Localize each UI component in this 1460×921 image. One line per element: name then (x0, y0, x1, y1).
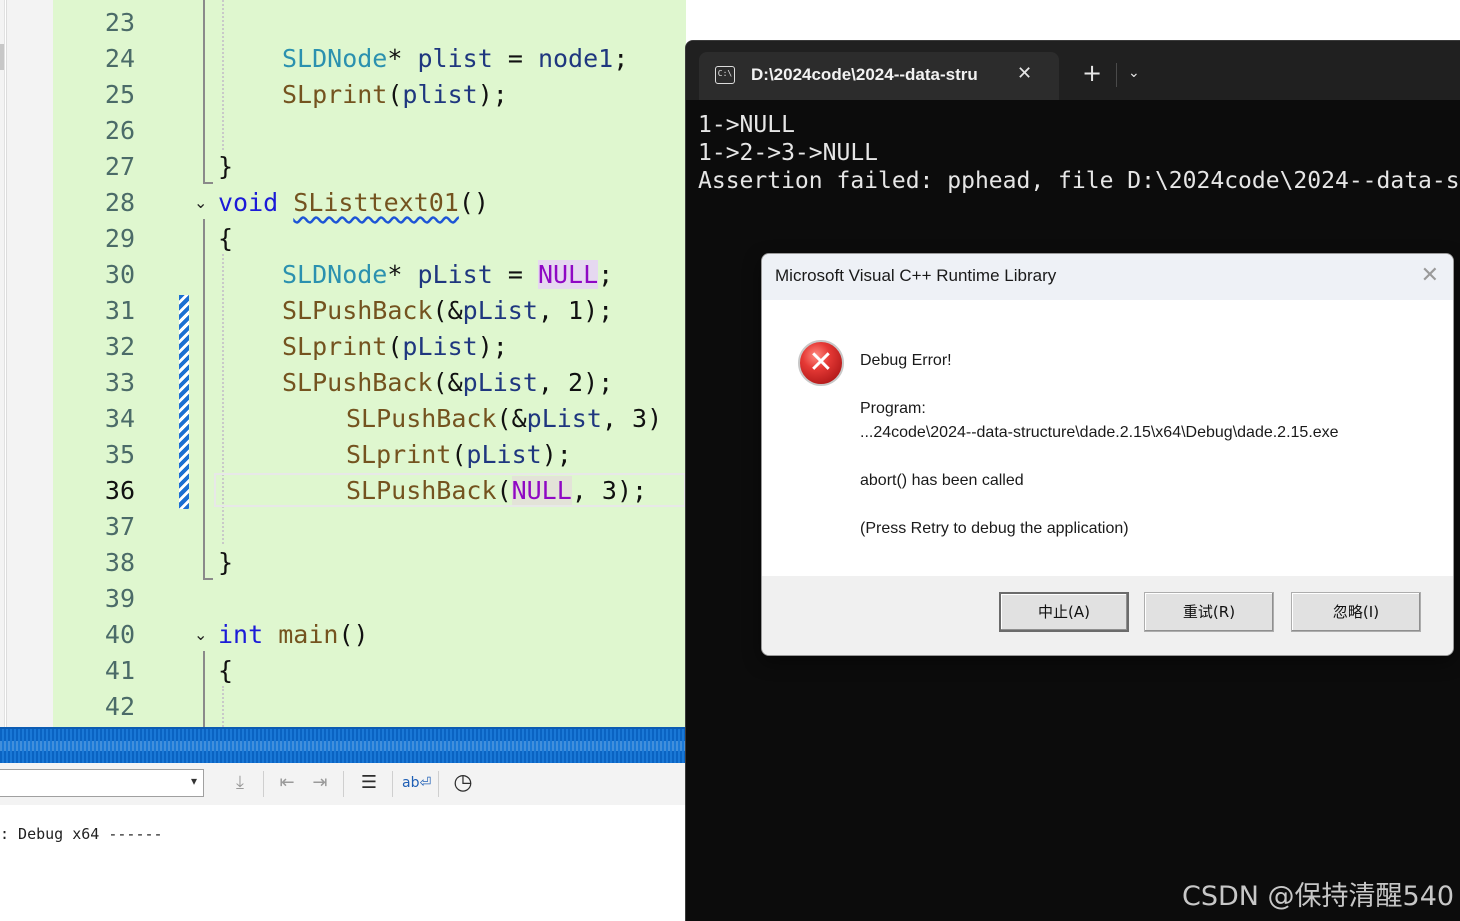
line-number: 36 (104, 476, 135, 505)
chevron-down-icon[interactable]: ⌄ (1128, 65, 1140, 81)
code-line: 26 (53, 113, 686, 149)
line-number: 34 (104, 404, 135, 433)
clear-all-icon[interactable]: ☰ (355, 769, 383, 797)
code-line: 39 (53, 581, 686, 617)
dialog-body: ✕ Debug Error! Program: ...24code\2024--… (762, 300, 1453, 576)
code-line: 42 (53, 689, 686, 725)
new-tab-icon[interactable]: + (1082, 61, 1102, 85)
code-text[interactable]: SLDNode* pList = NULL; (282, 257, 613, 293)
line-number: 33 (104, 368, 135, 397)
code-line: 35 SLprint(pList); (53, 437, 686, 473)
code-line: 29 { (53, 221, 686, 257)
word-wrap-icon[interactable]: ab⏎ (402, 769, 431, 797)
panel-title-bar[interactable] (0, 727, 686, 765)
dialog-title: Microsoft Visual C++ Runtime Library (775, 266, 1057, 285)
line-number: 32 (104, 332, 135, 361)
terminal-line: 1->2->3->NULL (698, 140, 879, 166)
dropdown-arrow-icon[interactable]: ▾ (191, 774, 197, 788)
tab-title: D:\2024code\2024--data-stru (751, 65, 978, 84)
code-text[interactable]: SLPushBack(&pList, 3) (346, 401, 662, 437)
code-text[interactable]: SLDNode* plist = node1; (282, 41, 628, 77)
scroll-marker (0, 44, 4, 70)
line-number: 28 (104, 188, 135, 217)
line-number: 27 (104, 152, 135, 181)
code-text[interactable]: { (218, 653, 233, 689)
code-line: 40 int main() (53, 617, 686, 653)
line-number: 26 (104, 116, 135, 145)
retry-hint: (Press Retry to debug the application) (860, 520, 1129, 537)
line-number: 30 (104, 260, 135, 289)
line-number: 42 (104, 692, 135, 721)
code-line: 28 void SListtext01() (53, 185, 686, 221)
code-text[interactable]: } (218, 545, 233, 581)
code-line: 23 (53, 5, 686, 41)
error-icon: ✕ (798, 340, 844, 386)
editor-left-edge (0, 0, 5, 727)
abort-message: abort() has been called (860, 472, 1024, 489)
runtime-error-dialog: Microsoft Visual C++ Runtime Library ✕ ✕… (761, 253, 1454, 656)
code-line: 27 } (53, 149, 686, 185)
code-text[interactable]: SLprint(plist); (282, 77, 508, 113)
code-line: 25 SLprint(plist); (53, 77, 686, 113)
code-text[interactable]: SLPushBack(NULL, 3); (346, 473, 647, 509)
retry-button[interactable]: 重试(R) (1144, 592, 1274, 632)
output-text: : Debug x64 ------ (0, 825, 163, 843)
code-line: 31 SLPushBack(&pList, 1); (53, 293, 686, 329)
code-line: 32 SLprint(pList); (53, 329, 686, 365)
close-tab-icon[interactable]: ✕ (1017, 63, 1032, 84)
terminal-tab[interactable]: C:\ D:\2024code\2024--data-stru ✕ (699, 52, 1059, 100)
find-message-icon[interactable]: ⤓ (226, 769, 254, 797)
line-number: 41 (104, 656, 135, 685)
line-number: 40 (104, 620, 135, 649)
code-line: 33 SLPushBack(&pList, 2); (53, 365, 686, 401)
code-text[interactable]: SLprint(pList); (346, 437, 572, 473)
code-line: 38 } (53, 545, 686, 581)
line-number: 23 (104, 8, 135, 37)
clock-icon[interactable]: ◷ (449, 769, 477, 797)
code-text[interactable]: void SListtext01() (218, 185, 489, 221)
code-line: 24 SLDNode* plist = node1; (53, 41, 686, 77)
output-source-dropdown[interactable]: ▾ (0, 769, 204, 797)
code-line: 36 SLPushBack(NULL, 3); (53, 473, 686, 509)
code-line: 37 (53, 509, 686, 545)
close-icon[interactable]: ✕ (1421, 263, 1439, 288)
dialog-title-bar[interactable]: Microsoft Visual C++ Runtime Library ✕ (762, 254, 1453, 300)
abort-button[interactable]: 中止(A) (999, 592, 1129, 632)
code-text[interactable]: { (218, 221, 233, 257)
terminal-line: 1->NULL (698, 112, 795, 138)
line-number: 31 (104, 296, 135, 325)
line-number: 25 (104, 80, 135, 109)
program-path: ...24code\2024--data-structure\dade.2.15… (860, 424, 1339, 441)
watermark: CSDN @保持清醒540 (1182, 881, 1455, 912)
line-number: 29 (104, 224, 135, 253)
code-line: 30 SLDNode* pList = NULL; (53, 257, 686, 293)
code-text[interactable]: SLPushBack(&pList, 1); (282, 293, 613, 329)
error-heading: Debug Error! (860, 352, 952, 369)
line-number: 37 (104, 512, 135, 541)
output-toolbar: ▾ ⤓ ⇤ ⇥ ☰ ab⏎ ◷ (0, 763, 686, 805)
line-number: 24 (104, 44, 135, 73)
terminal-output[interactable]: 1->NULL 1->2->3->NULL Assertion failed: pp… (698, 111, 1460, 195)
code-line: 41 { (53, 653, 686, 689)
code-editor[interactable]: ⌄ ⌄ 23 24 SLDNode* plist = node1; 25 SLp… (0, 0, 686, 727)
code-text[interactable]: } (218, 149, 233, 185)
output-pane[interactable]: : Debug x64 ------ (0, 805, 686, 920)
dialog-button-row: 中止(A) 重试(R) 忽略(I) (762, 576, 1453, 655)
previous-message-icon[interactable]: ⇤ (273, 769, 301, 797)
line-number: 38 (104, 548, 135, 577)
line-number: 39 (104, 584, 135, 613)
code-text[interactable]: SLPushBack(&pList, 2); (282, 365, 613, 401)
terminal-tab-strip: C:\ D:\2024code\2024--data-stru ✕ + ⌄ (686, 41, 1460, 100)
code-line: 34 SLPushBack(&pList, 3) (53, 401, 686, 437)
code-text[interactable]: SLprint(pList); (282, 329, 508, 365)
program-label: Program: (860, 400, 926, 417)
terminal-line: Assertion failed: pphead, file D:\2024co… (698, 168, 1460, 194)
editor-margin (6, 0, 53, 727)
cmd-icon: C:\ (715, 66, 735, 84)
code-text[interactable]: int main() (218, 617, 369, 653)
line-number: 35 (104, 440, 135, 469)
next-message-icon[interactable]: ⇥ (306, 769, 334, 797)
ignore-button[interactable]: 忽略(I) (1291, 592, 1421, 632)
